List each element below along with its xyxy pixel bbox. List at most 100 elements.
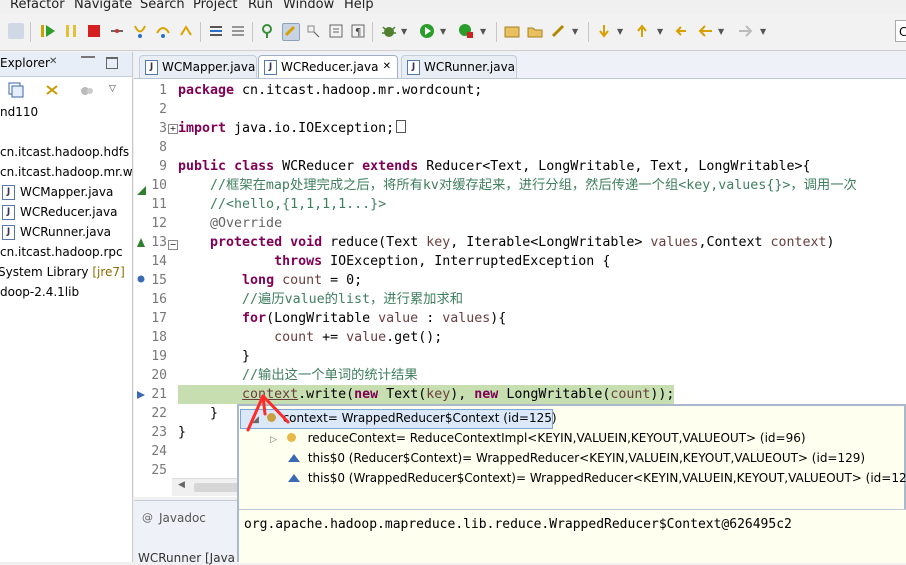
toolbar-separator bbox=[200, 22, 201, 42]
javadoc-icon: @ bbox=[142, 511, 153, 524]
show-whitespace-icon[interactable] bbox=[328, 23, 344, 39]
tree-item-package-mr[interactable]: cn.itcast.hadoop.mr.w bbox=[0, 163, 133, 181]
open-folder-icon[interactable] bbox=[527, 23, 543, 39]
terminate-icon[interactable] bbox=[86, 23, 102, 39]
menu-project[interactable]: Project bbox=[193, 0, 237, 12]
tree-item-package-rpc[interactable]: cn.itcast.hadoop.rpc bbox=[0, 243, 123, 261]
suspend-icon[interactable] bbox=[63, 23, 79, 39]
new-java-project-icon[interactable] bbox=[504, 23, 520, 39]
popup-row-this0-reducer[interactable]: this$0 (Reducer$Context)= WrappedReducer… bbox=[288, 449, 865, 468]
scroll-left-icon[interactable]: ◀ bbox=[178, 480, 185, 490]
run-external-tool-icon[interactable] bbox=[458, 23, 474, 39]
last-edit-location-icon[interactable] bbox=[675, 23, 691, 39]
tab-wcrunner[interactable]: J WCRunner.java bbox=[401, 55, 517, 78]
override-marker-icon bbox=[137, 184, 146, 195]
menu-window[interactable]: Window bbox=[283, 0, 334, 12]
view-menu-icon[interactable]: ▽ bbox=[109, 84, 116, 94]
run-dropdown-icon[interactable]: ▼ bbox=[440, 27, 446, 36]
tree-item-package-hdfs[interactable]: cn.itcast.hadoop.hdfs bbox=[0, 143, 129, 161]
svg-text:¶: ¶ bbox=[355, 27, 361, 38]
tree-item-project[interactable]: nd110 bbox=[0, 103, 38, 121]
menu-search[interactable]: Search bbox=[140, 0, 185, 12]
tab-label: WCRunner.java bbox=[424, 60, 516, 74]
resume-icon[interactable] bbox=[40, 23, 56, 39]
final-field-icon bbox=[288, 449, 300, 462]
line-number: 3 bbox=[159, 121, 167, 136]
toolbar-separator bbox=[588, 22, 589, 42]
collapse-all-icon[interactable] bbox=[8, 82, 24, 98]
previous-annotation-dropdown-icon[interactable]: ▼ bbox=[657, 27, 663, 36]
code-line-17: for(LongWritable value : values){ bbox=[242, 311, 507, 326]
back-icon[interactable] bbox=[698, 23, 714, 39]
drop-to-frame-icon[interactable] bbox=[208, 23, 224, 39]
link-with-editor-icon[interactable] bbox=[44, 82, 60, 98]
toggle-block-selection-icon[interactable] bbox=[305, 23, 321, 39]
tab-close-icon[interactable]: ✕ bbox=[383, 56, 391, 78]
explorer-close-icon[interactable]: ✕ bbox=[49, 56, 57, 67]
step-into-icon[interactable] bbox=[132, 23, 148, 39]
paragraph-icon[interactable]: ¶ bbox=[350, 23, 366, 39]
code-line-20: //输出这一个单词的统计结果 bbox=[178, 368, 418, 383]
menu-bar: Refactor Navigate Search Project Run Win… bbox=[0, 0, 906, 14]
external-tool-dropdown-icon[interactable]: ▼ bbox=[480, 27, 486, 36]
line-number: 17 bbox=[151, 311, 167, 326]
previous-annotation-icon[interactable] bbox=[634, 23, 650, 39]
tab-wcmapper[interactable]: J WCMapper.java bbox=[139, 55, 257, 78]
package-explorer-tab[interactable]: Explorer ✕ bbox=[0, 52, 132, 77]
menu-navigate[interactable]: Navigate bbox=[74, 0, 132, 12]
menu-run[interactable]: Run bbox=[248, 0, 273, 12]
menu-help[interactable]: Help bbox=[344, 0, 374, 12]
step-over-icon[interactable] bbox=[155, 23, 171, 39]
toolbar-separator bbox=[30, 22, 31, 42]
popup-row-reducecontext[interactable]: ▷ reduceContext= ReduceContextImpl<KEYIN… bbox=[270, 429, 806, 448]
line-number: 11 bbox=[151, 197, 167, 212]
line-number: 25 bbox=[151, 463, 167, 478]
new-dropdown-icon[interactable]: ▼ bbox=[572, 27, 578, 36]
forward-dropdown-icon[interactable]: ▼ bbox=[760, 27, 766, 36]
open-type-icon[interactable] bbox=[260, 23, 276, 39]
fold-collapse-icon[interactable]: − bbox=[168, 240, 178, 250]
tree-item-jre[interactable]: System Library [jre7] bbox=[0, 263, 125, 281]
code-line-9: public class WCReducer extends Reducer<T… bbox=[178, 159, 811, 174]
toolbar: ¶ ▼ ▼ ▼ ▼ ▼ ▼ ▼ ▼ bbox=[0, 14, 906, 51]
explorer-title: Explorer bbox=[0, 56, 50, 70]
use-step-filters-icon[interactable] bbox=[230, 23, 246, 39]
next-annotation-dropdown-icon[interactable]: ▼ bbox=[617, 27, 623, 36]
toggle-mark-occurrences-icon[interactable] bbox=[282, 23, 300, 41]
step-return-icon[interactable] bbox=[178, 23, 194, 39]
tree-item-hadoop-lib[interactable]: doop-2.4.1lib bbox=[0, 283, 79, 301]
forward-icon[interactable] bbox=[737, 23, 753, 39]
java-file-icon: J bbox=[2, 185, 15, 200]
new-class-icon[interactable] bbox=[550, 23, 566, 39]
line-number: 1 bbox=[159, 83, 167, 98]
annotation-arrow bbox=[246, 394, 290, 432]
override-marker-icon bbox=[137, 236, 146, 247]
fold-expand-icon[interactable]: + bbox=[168, 124, 178, 134]
tab-wcreducer[interactable]: J WCReducer.java ✕ bbox=[258, 55, 398, 78]
line-number: 14 bbox=[151, 254, 167, 269]
focus-icon[interactable] bbox=[80, 85, 94, 97]
popup-row-this0-wrapped[interactable]: this$0 (WrappedReducer$Context)= Wrapped… bbox=[288, 469, 906, 488]
line-number: 16 bbox=[151, 292, 167, 307]
tree-item-wcrunner[interactable]: J WCRunner.java bbox=[2, 223, 111, 241]
java-file-icon: J bbox=[264, 60, 277, 75]
tree-item-label: WCReducer.java bbox=[20, 205, 118, 219]
debug-dropdown-icon[interactable]: ▼ bbox=[401, 27, 407, 36]
tree-item-label: nd110 bbox=[0, 105, 39, 119]
maximize-icon[interactable] bbox=[106, 57, 118, 69]
minimize-icon[interactable] bbox=[81, 56, 95, 61]
menu-refactor[interactable]: Refactor bbox=[10, 0, 65, 12]
toolbar-separator bbox=[372, 22, 373, 42]
skip-breakpoints-icon[interactable] bbox=[8, 23, 24, 39]
tab-javadoc[interactable]: Javadoc bbox=[159, 511, 206, 525]
run-icon[interactable] bbox=[419, 23, 435, 39]
next-annotation-icon[interactable] bbox=[596, 23, 612, 39]
code-line-12: @Override bbox=[178, 216, 283, 231]
disconnect-icon[interactable] bbox=[109, 23, 125, 39]
quick-access-input[interactable]: C bbox=[895, 20, 906, 42]
back-dropdown-icon[interactable]: ▼ bbox=[718, 27, 724, 36]
tree-item-wcmapper[interactable]: J WCMapper.java bbox=[2, 183, 113, 201]
tree-item-decoration: [jre7] bbox=[92, 265, 125, 279]
tree-item-wcreducer[interactable]: J WCReducer.java bbox=[2, 203, 117, 221]
debug-icon[interactable] bbox=[381, 23, 397, 39]
